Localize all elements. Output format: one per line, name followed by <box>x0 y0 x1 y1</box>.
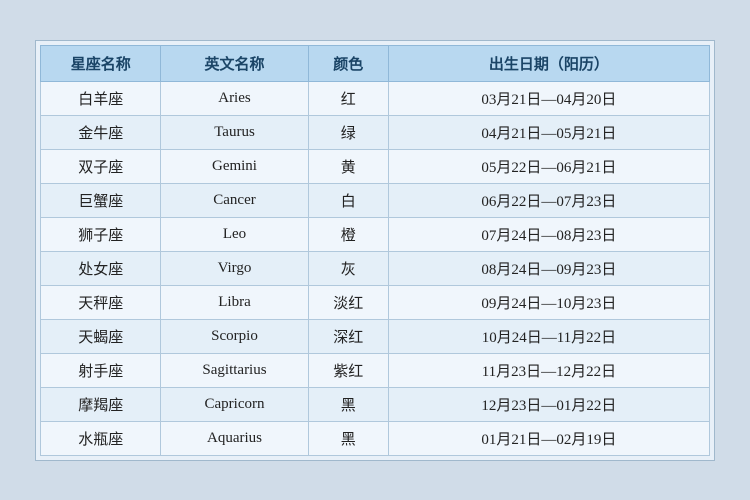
cell-en: Taurus <box>161 115 308 149</box>
cell-en: Virgo <box>161 251 308 285</box>
cell-cn: 处女座 <box>41 251 161 285</box>
cell-cn: 双子座 <box>41 149 161 183</box>
cell-en: Leo <box>161 217 308 251</box>
cell-color: 淡红 <box>308 285 388 319</box>
table-row: 水瓶座Aquarius黑01月21日—02月19日 <box>41 421 710 455</box>
cell-date: 08月24日—09月23日 <box>388 251 709 285</box>
cell-color: 橙 <box>308 217 388 251</box>
cell-cn: 巨蟹座 <box>41 183 161 217</box>
cell-en: Aquarius <box>161 421 308 455</box>
cell-cn: 白羊座 <box>41 81 161 115</box>
zodiac-table: 星座名称 英文名称 颜色 出生日期（阳历） 白羊座Aries红03月21日—04… <box>40 45 710 456</box>
table-row: 狮子座Leo橙07月24日—08月23日 <box>41 217 710 251</box>
cell-date: 05月22日—06月21日 <box>388 149 709 183</box>
cell-date: 04月21日—05月21日 <box>388 115 709 149</box>
cell-date: 03月21日—04月20日 <box>388 81 709 115</box>
cell-date: 11月23日—12月22日 <box>388 353 709 387</box>
cell-en: Aries <box>161 81 308 115</box>
cell-color: 红 <box>308 81 388 115</box>
cell-date: 06月22日—07月23日 <box>388 183 709 217</box>
cell-color: 黑 <box>308 387 388 421</box>
cell-color: 绿 <box>308 115 388 149</box>
cell-color: 黄 <box>308 149 388 183</box>
table-row: 白羊座Aries红03月21日—04月20日 <box>41 81 710 115</box>
cell-en: Gemini <box>161 149 308 183</box>
header-cn: 星座名称 <box>41 45 161 81</box>
cell-en: Sagittarius <box>161 353 308 387</box>
cell-cn: 狮子座 <box>41 217 161 251</box>
table-row: 天秤座Libra淡红09月24日—10月23日 <box>41 285 710 319</box>
table-row: 射手座Sagittarius紫红11月23日—12月22日 <box>41 353 710 387</box>
table-row: 摩羯座Capricorn黑12月23日—01月22日 <box>41 387 710 421</box>
cell-cn: 射手座 <box>41 353 161 387</box>
cell-cn: 摩羯座 <box>41 387 161 421</box>
cell-date: 10月24日—11月22日 <box>388 319 709 353</box>
table-row: 巨蟹座Cancer白06月22日—07月23日 <box>41 183 710 217</box>
cell-date: 09月24日—10月23日 <box>388 285 709 319</box>
cell-cn: 金牛座 <box>41 115 161 149</box>
cell-date: 07月24日—08月23日 <box>388 217 709 251</box>
header-color: 颜色 <box>308 45 388 81</box>
cell-en: Scorpio <box>161 319 308 353</box>
cell-date: 01月21日—02月19日 <box>388 421 709 455</box>
cell-color: 深红 <box>308 319 388 353</box>
cell-date: 12月23日—01月22日 <box>388 387 709 421</box>
cell-cn: 天蝎座 <box>41 319 161 353</box>
table-row: 处女座Virgo灰08月24日—09月23日 <box>41 251 710 285</box>
table-row: 金牛座Taurus绿04月21日—05月21日 <box>41 115 710 149</box>
zodiac-table-container: 星座名称 英文名称 颜色 出生日期（阳历） 白羊座Aries红03月21日—04… <box>35 40 715 461</box>
cell-cn: 天秤座 <box>41 285 161 319</box>
cell-color: 黑 <box>308 421 388 455</box>
table-header-row: 星座名称 英文名称 颜色 出生日期（阳历） <box>41 45 710 81</box>
cell-en: Libra <box>161 285 308 319</box>
table-row: 天蝎座Scorpio深红10月24日—11月22日 <box>41 319 710 353</box>
cell-en: Capricorn <box>161 387 308 421</box>
header-en: 英文名称 <box>161 45 308 81</box>
cell-color: 紫红 <box>308 353 388 387</box>
cell-color: 灰 <box>308 251 388 285</box>
cell-color: 白 <box>308 183 388 217</box>
cell-cn: 水瓶座 <box>41 421 161 455</box>
table-row: 双子座Gemini黄05月22日—06月21日 <box>41 149 710 183</box>
header-date: 出生日期（阳历） <box>388 45 709 81</box>
cell-en: Cancer <box>161 183 308 217</box>
